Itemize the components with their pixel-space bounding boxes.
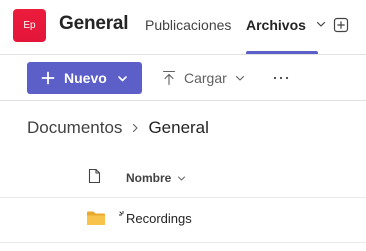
team-avatar[interactable]: Ep (13, 9, 46, 42)
toolbar-divider (0, 100, 366, 101)
table-row[interactable]: Recordings (0, 198, 366, 242)
command-bar: Nuevo Cargar (0, 56, 366, 100)
file-list-header: Nombre (0, 160, 366, 196)
chevron-down-icon (117, 75, 127, 81)
breadcrumb-item-documentos[interactable]: Documentos (27, 118, 122, 138)
tab-label: Publicaciones (145, 17, 232, 33)
folder-icon (86, 210, 106, 226)
file-name-link[interactable]: Recordings (126, 211, 192, 226)
upload-button[interactable]: Cargar (162, 62, 245, 94)
channel-title: General (59, 13, 129, 34)
more-options-button[interactable] (272, 62, 290, 94)
chevron-down-icon[interactable] (316, 16, 326, 32)
chevron-down-icon (235, 75, 244, 81)
new-button-label: Nuevo (64, 70, 107, 86)
active-tab-indicator (246, 51, 318, 54)
tab-archivos[interactable]: Archivos (246, 17, 326, 34)
breadcrumb-item-general[interactable]: General (148, 118, 208, 138)
upload-icon (162, 70, 176, 86)
name-column-header[interactable]: Nombre (126, 171, 186, 185)
new-button[interactable]: Nuevo (27, 62, 142, 94)
more-horizontal-icon (273, 76, 289, 80)
breadcrumb: Documentos General (27, 118, 209, 138)
row-divider (0, 242, 366, 243)
add-tab-icon[interactable] (333, 17, 349, 33)
upload-button-label: Cargar (184, 70, 227, 86)
chevron-down-icon (178, 176, 186, 180)
name-column-label: Nombre (126, 171, 172, 185)
plus-icon (41, 71, 55, 85)
files-page: Ep General Publicaciones Archivos Nuevo (0, 0, 366, 251)
chevron-right-icon (133, 123, 138, 133)
tab-publicaciones[interactable]: Publicaciones (145, 17, 231, 33)
file-type-column-icon[interactable] (88, 168, 101, 184)
channel-header: Ep General Publicaciones Archivos (0, 0, 366, 55)
tab-label: Archivos (246, 17, 306, 33)
